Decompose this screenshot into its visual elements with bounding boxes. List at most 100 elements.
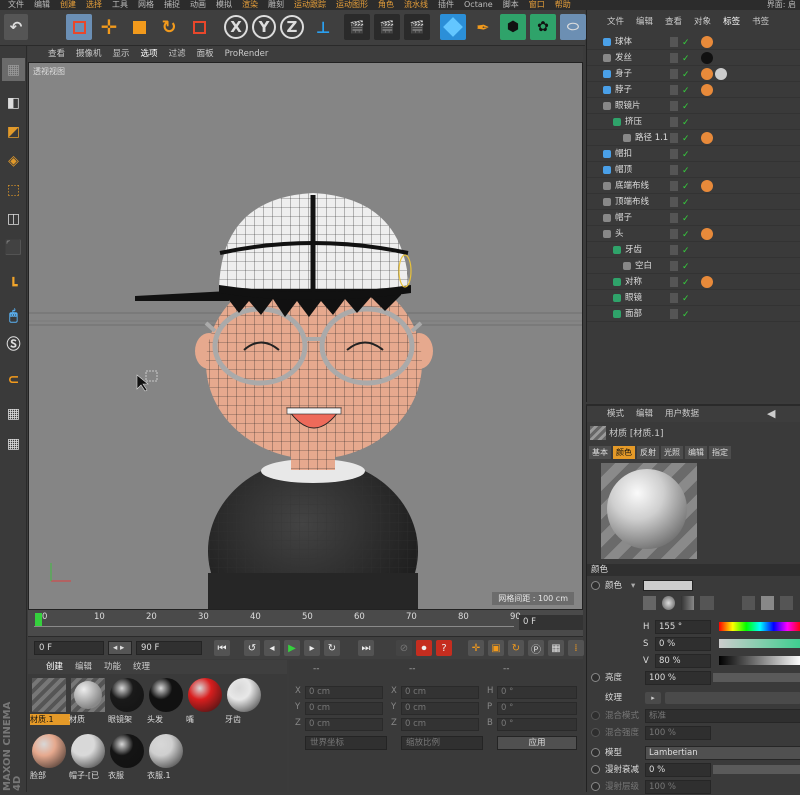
material-swatch[interactable]: 眼镜架 bbox=[108, 678, 146, 726]
color-picker-icon[interactable] bbox=[643, 596, 657, 610]
object-enabled-check[interactable]: ✓ bbox=[682, 211, 690, 227]
menu-item[interactable]: 脚本 bbox=[503, 0, 519, 10]
timeline-ruler[interactable]: 0 10 20 30 40 50 60 70 80 90 0 F bbox=[28, 610, 583, 637]
menu-item[interactable]: 雕刻 bbox=[268, 0, 284, 10]
object-row[interactable]: 球体 ✓ bbox=[587, 34, 800, 50]
material-swatch[interactable]: 帽子-[已 bbox=[69, 734, 107, 782]
model-mode-icon[interactable]: ◧ bbox=[2, 91, 25, 114]
diffuse-falloff-field[interactable]: 0 % bbox=[645, 763, 711, 777]
viewport-menu-item[interactable]: 摄像机 bbox=[76, 46, 102, 62]
menu-item[interactable]: 选择 bbox=[86, 0, 102, 10]
viewport-menu-item[interactable]: 面板 bbox=[197, 46, 214, 62]
material-tag-icon[interactable] bbox=[701, 52, 713, 64]
material-swatch[interactable]: 牙齿 bbox=[225, 678, 263, 726]
object-row[interactable]: 脖子 ✓ bbox=[587, 82, 800, 98]
material-tag-icon[interactable] bbox=[701, 276, 713, 288]
coord-position-field[interactable]: 0 cm bbox=[305, 702, 383, 715]
goto-end-icon[interactable]: ⏭ bbox=[358, 640, 374, 656]
next-key-icon[interactable]: ↻ bbox=[324, 640, 340, 656]
make-editable-icon[interactable]: ▦ bbox=[2, 58, 25, 81]
attribute-menu-item[interactable]: 编辑 bbox=[636, 406, 653, 422]
object-row[interactable]: 挤压 ✓ bbox=[587, 114, 800, 130]
brightness-field[interactable]: 100 % bbox=[645, 671, 711, 685]
object-visibility-toggle[interactable] bbox=[670, 213, 678, 223]
object-visibility-toggle[interactable] bbox=[670, 229, 678, 239]
z-axis-icon[interactable]: Z bbox=[280, 15, 304, 39]
object-row[interactable]: 对称 ✓ bbox=[587, 274, 800, 290]
object-enabled-check[interactable]: ✓ bbox=[682, 83, 690, 99]
key-position-icon[interactable]: ✛ bbox=[468, 640, 484, 656]
hsv-mode-icon[interactable] bbox=[760, 596, 774, 610]
object-row[interactable]: 帽扣 ✓ bbox=[587, 146, 800, 162]
polygons-mode-icon[interactable]: ⬛ bbox=[2, 236, 25, 259]
material-swatch[interactable]: 脸部 bbox=[30, 734, 68, 782]
object-manager-tab[interactable]: 对象 bbox=[694, 15, 711, 29]
coord-size-field[interactable]: 0 cm bbox=[401, 702, 479, 715]
texture-slot[interactable] bbox=[665, 692, 800, 704]
subdivision-icon[interactable]: ⬢ bbox=[500, 14, 526, 40]
menu-item[interactable]: 窗口 bbox=[529, 0, 545, 10]
object-row[interactable]: 空白 ✓ bbox=[587, 258, 800, 274]
color-wheel-icon[interactable] bbox=[662, 596, 676, 610]
enable-axis-icon[interactable]: ┗ bbox=[2, 274, 25, 297]
select-tool-icon[interactable] bbox=[66, 14, 92, 40]
object-manager-tab[interactable]: 书签 bbox=[752, 15, 769, 29]
material-menu-item[interactable]: 创建 bbox=[46, 660, 63, 674]
object-row[interactable]: 身子 ✓ bbox=[587, 66, 800, 82]
playhead-marker[interactable] bbox=[35, 613, 42, 627]
object-enabled-check[interactable]: ✓ bbox=[682, 147, 690, 163]
recent-tool-icon[interactable] bbox=[186, 14, 212, 40]
object-enabled-check[interactable]: ✓ bbox=[682, 35, 690, 51]
object-visibility-toggle[interactable] bbox=[670, 165, 678, 175]
object-visibility-toggle[interactable] bbox=[670, 149, 678, 159]
attribute-tab[interactable]: 颜色 bbox=[613, 446, 635, 459]
snap-icon[interactable]: Ⓢ bbox=[2, 332, 25, 355]
magnet-icon[interactable]: ⊂ bbox=[2, 368, 25, 391]
material-tag-icon[interactable] bbox=[701, 228, 713, 240]
current-frame-field[interactable]: 0 F bbox=[519, 615, 583, 630]
planar-workplane-icon[interactable]: ▦ bbox=[2, 432, 25, 455]
material-swatch[interactable]: 材质.1 bbox=[30, 678, 70, 726]
brightness-radio[interactable] bbox=[591, 673, 600, 682]
object-manager-tab[interactable]: 文件 bbox=[607, 15, 624, 29]
menu-item[interactable]: 插件 bbox=[438, 0, 454, 10]
menu-item[interactable]: 帮助 bbox=[555, 0, 571, 10]
object-row[interactable]: 眼镜片 ✓ bbox=[587, 98, 800, 114]
back-arrow-icon[interactable]: ◀ bbox=[767, 407, 775, 420]
menu-item[interactable]: 角色 bbox=[378, 0, 394, 10]
cube-object-icon[interactable] bbox=[440, 14, 466, 40]
coord-size-field[interactable]: 0 cm bbox=[401, 686, 479, 699]
record-key-icon[interactable]: ⏺ bbox=[416, 640, 432, 656]
object-visibility-toggle[interactable] bbox=[670, 197, 678, 207]
kelvin-mode-icon[interactable] bbox=[779, 596, 793, 610]
object-enabled-check[interactable]: ✓ bbox=[682, 307, 690, 323]
move-tool-icon[interactable]: ✛ bbox=[96, 14, 122, 40]
attribute-tab[interactable]: 反射 bbox=[637, 446, 659, 459]
object-enabled-check[interactable]: ✓ bbox=[682, 195, 690, 211]
key-rotation-icon[interactable]: ↻ bbox=[508, 640, 524, 656]
menu-item[interactable]: 编辑 bbox=[34, 0, 50, 10]
menu-item[interactable]: 网格 bbox=[138, 0, 154, 10]
rotate-tool-icon[interactable]: ↻ bbox=[156, 14, 182, 40]
x-axis-icon[interactable]: X bbox=[224, 15, 248, 39]
y-axis-icon[interactable]: Y bbox=[252, 15, 276, 39]
object-visibility-toggle[interactable] bbox=[670, 117, 678, 127]
material-swatch[interactable]: 嘴 bbox=[186, 678, 224, 726]
object-enabled-check[interactable]: ✓ bbox=[682, 275, 690, 291]
material-tag-icon[interactable] bbox=[701, 68, 713, 80]
pen-tool-icon[interactable]: ✒ bbox=[470, 14, 496, 40]
object-row[interactable]: 帽子 ✓ bbox=[587, 210, 800, 226]
diffuse-falloff-slider[interactable] bbox=[713, 765, 800, 774]
hue-field[interactable]: 155 ° bbox=[655, 620, 711, 634]
scale-select[interactable]: 缩放比例 bbox=[401, 736, 483, 750]
cloner-icon[interactable]: ✿ bbox=[530, 14, 556, 40]
end-frame-field[interactable]: 90 F bbox=[136, 641, 202, 655]
viewport-menu-item[interactable]: 查看 bbox=[48, 46, 65, 62]
object-visibility-toggle[interactable] bbox=[670, 37, 678, 47]
perspective-viewport[interactable]: 透视视图 网格间距: 100 cm bbox=[28, 62, 583, 610]
attribute-tab[interactable]: 基本 bbox=[589, 446, 611, 459]
edges-mode-icon[interactable]: ◫ bbox=[2, 207, 25, 230]
object-enabled-check[interactable]: ✓ bbox=[682, 259, 690, 275]
start-frame-field[interactable]: 0 F bbox=[34, 641, 104, 655]
points-mode-icon[interactable]: ⬚ bbox=[2, 178, 25, 201]
